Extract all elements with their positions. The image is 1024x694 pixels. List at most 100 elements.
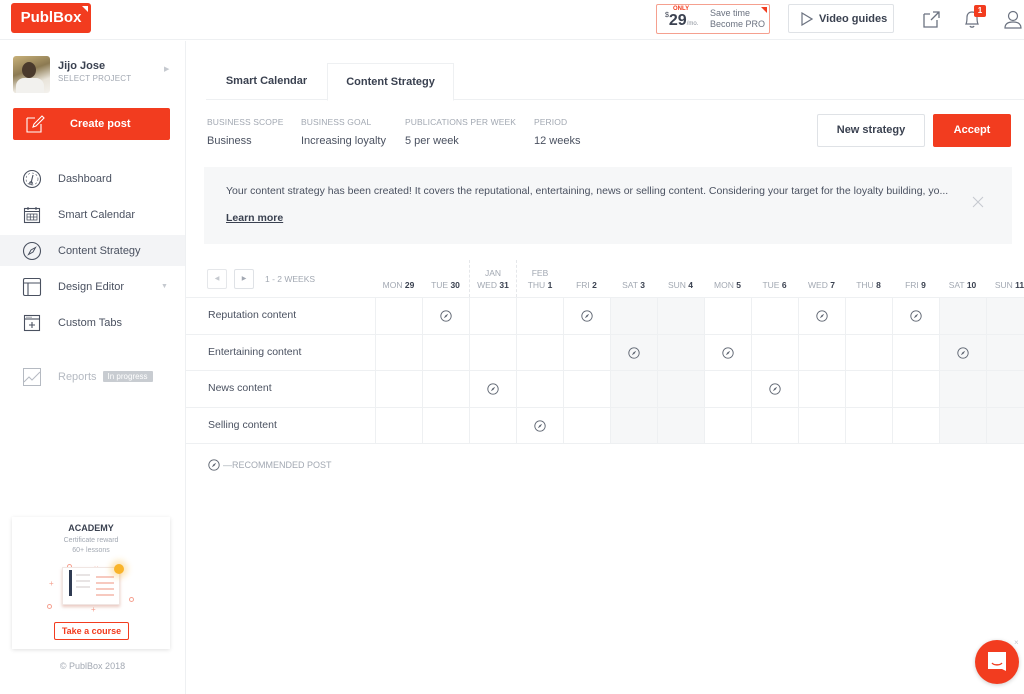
sidebar-item-smart-calendar[interactable]: Smart Calendar [0, 199, 185, 230]
calendar-cell[interactable] [986, 371, 1024, 408]
calendar-cell[interactable] [939, 298, 986, 334]
calendar-cell[interactable] [657, 298, 704, 334]
recommended-post-icon[interactable] [628, 347, 640, 359]
sidebar-item-reports[interactable]: Reports In progress [0, 361, 185, 392]
day-header: JAN WED 31 [469, 260, 516, 297]
calendar-cell[interactable] [422, 408, 469, 445]
pro-promo-button[interactable]: ONLY $29/mo. Save time Become PRO [656, 4, 770, 34]
calendar-cell[interactable] [892, 408, 939, 445]
calendar-cell[interactable] [516, 408, 563, 445]
calendar-cell[interactable] [375, 334, 422, 371]
chevron-right-icon[interactable]: ▶ [164, 65, 169, 73]
calendar-cell[interactable] [469, 298, 516, 334]
day-label: FRI 2 [563, 280, 610, 290]
user-icon[interactable] [1002, 8, 1024, 30]
calendar-cell[interactable] [516, 334, 563, 371]
select-project-link[interactable]: SELECT PROJECT [58, 74, 131, 83]
calendar-cell[interactable] [845, 408, 892, 445]
calendar-cell[interactable] [610, 334, 657, 371]
calendar-cell[interactable] [845, 298, 892, 334]
calendar-cell[interactable] [939, 334, 986, 371]
close-icon[interactable] [971, 195, 985, 209]
calendar-cell[interactable] [375, 298, 422, 334]
recommended-post-icon[interactable] [910, 310, 922, 322]
recommended-post-icon[interactable] [957, 347, 969, 359]
calendar-cell[interactable] [422, 334, 469, 371]
calendar-cell[interactable] [892, 298, 939, 334]
calendar-cell[interactable] [751, 298, 798, 334]
calendar-cell[interactable] [469, 371, 516, 408]
sidebar-item-custom-tabs[interactable]: Custom Tabs [0, 307, 185, 338]
calendar-cell[interactable] [704, 408, 751, 445]
calendar-cell[interactable] [986, 334, 1024, 371]
calendar-cell[interactable] [798, 371, 845, 408]
calendar-cell[interactable] [610, 408, 657, 445]
calendar-cell[interactable] [892, 334, 939, 371]
recommended-post-icon[interactable] [440, 310, 452, 322]
sidebar-item-design-editor[interactable]: Design Editor ▼ [0, 271, 185, 302]
video-guides-button[interactable]: Video guides [788, 4, 894, 33]
prev-week-button[interactable]: ◀ [207, 269, 227, 289]
calendar-cell[interactable] [610, 298, 657, 334]
calendar-cell[interactable] [422, 298, 469, 334]
sidebar-item-content-strategy[interactable]: Content Strategy [0, 235, 185, 266]
learn-more-link[interactable]: Learn more [226, 212, 283, 224]
promo-period: /mo. [686, 21, 699, 27]
recommended-post-icon[interactable] [816, 310, 828, 322]
calendar-cell[interactable] [610, 371, 657, 408]
calendar-cell[interactable] [939, 408, 986, 445]
calendar-cell[interactable] [845, 371, 892, 408]
recommended-post-icon[interactable] [722, 347, 734, 359]
calendar-cell[interactable] [986, 298, 1024, 334]
take-a-course-button[interactable]: Take a course [54, 622, 129, 640]
calendar-cell[interactable] [986, 408, 1024, 445]
calendar-icon [23, 206, 41, 223]
recommended-post-icon[interactable] [769, 383, 781, 396]
create-post-button[interactable]: Create post [13, 108, 170, 140]
chat-button[interactable] [975, 640, 1019, 684]
calendar-cell[interactable] [751, 334, 798, 371]
calendar-cell[interactable] [375, 371, 422, 408]
calendar-cell[interactable] [563, 298, 610, 334]
calendar-cell[interactable] [939, 371, 986, 408]
tab-content-strategy[interactable]: Content Strategy [327, 63, 454, 101]
calendar-cell[interactable] [563, 334, 610, 371]
calendar-cell[interactable] [516, 298, 563, 334]
new-strategy-button[interactable]: New strategy [817, 114, 925, 147]
chevron-down-icon[interactable]: ▼ [161, 283, 168, 290]
add-tab-icon [23, 314, 41, 331]
next-week-button[interactable]: ▶ [234, 269, 254, 289]
avatar[interactable] [13, 56, 50, 93]
calendar-cell[interactable] [798, 298, 845, 334]
calendar-cell[interactable] [798, 408, 845, 445]
calendar-cell[interactable] [563, 371, 610, 408]
accept-button[interactable]: Accept [933, 114, 1011, 147]
calendar-cell[interactable] [375, 408, 422, 445]
calendar-cell[interactable] [469, 408, 516, 445]
publbox-logo[interactable]: PublBox [11, 3, 91, 33]
recommended-post-icon[interactable] [534, 420, 546, 432]
avatar-body [16, 78, 44, 93]
calendar-cell[interactable] [704, 334, 751, 371]
chat-dismiss-icon[interactable]: × [1014, 638, 1019, 647]
calendar-cell[interactable] [892, 371, 939, 408]
calendar-cell[interactable] [563, 408, 610, 445]
calendar-cell[interactable] [469, 334, 516, 371]
calendar-cell[interactable] [422, 371, 469, 408]
recommended-post-icon[interactable] [487, 383, 499, 396]
calendar-cell[interactable] [751, 408, 798, 445]
calendar-cell[interactable] [798, 334, 845, 371]
calendar-cell[interactable] [657, 408, 704, 445]
avatar-head [22, 62, 36, 78]
recommended-post-icon[interactable] [581, 310, 593, 322]
sidebar-item-dashboard[interactable]: Dashboard [0, 163, 185, 194]
external-link-icon[interactable] [920, 8, 942, 30]
calendar-cell[interactable] [704, 298, 751, 334]
calendar-cell[interactable] [704, 371, 751, 408]
tab-smart-calendar[interactable]: Smart Calendar [206, 63, 327, 100]
calendar-cell[interactable] [751, 371, 798, 408]
calendar-cell[interactable] [657, 334, 704, 371]
calendar-cell[interactable] [657, 371, 704, 408]
calendar-cell[interactable] [845, 334, 892, 371]
calendar-cell[interactable] [516, 371, 563, 408]
